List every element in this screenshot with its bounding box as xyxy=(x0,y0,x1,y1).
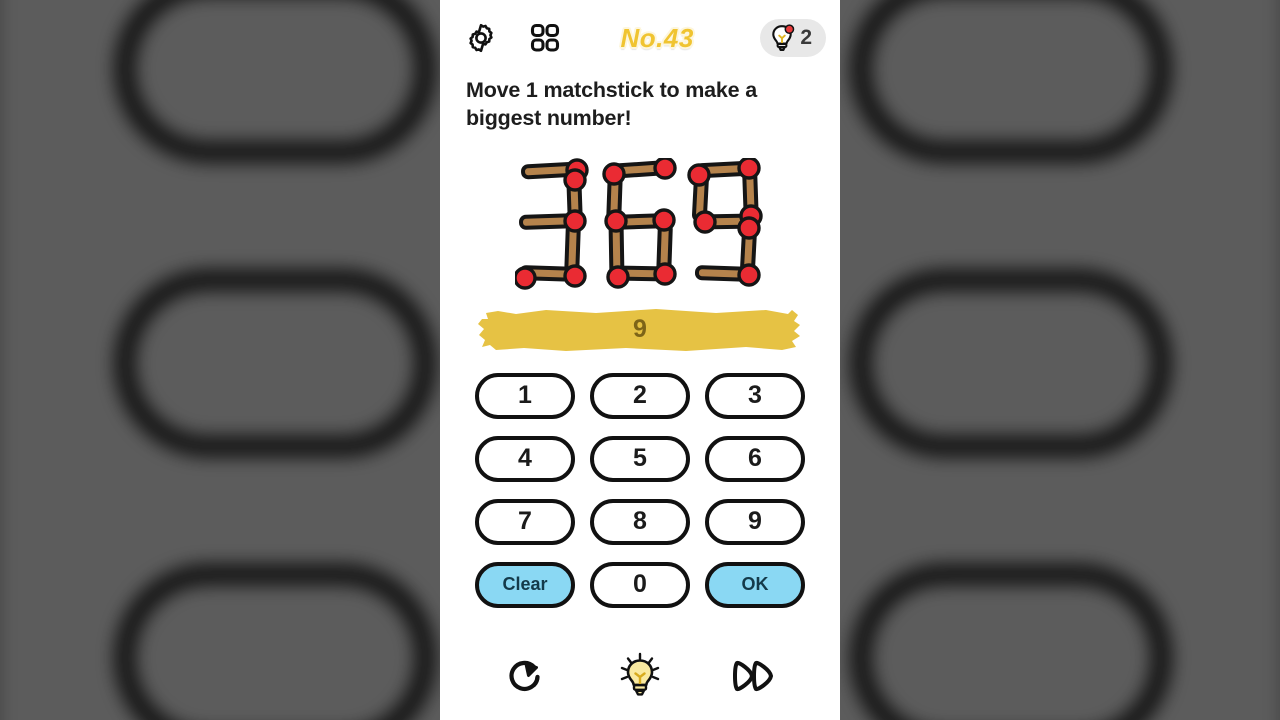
key-2[interactable]: 2 xyxy=(590,372,690,419)
keypad-row: 1 2 3 xyxy=(475,372,805,419)
ok-button[interactable]: OK xyxy=(705,561,805,608)
settings-button[interactable] xyxy=(462,19,500,57)
key-1[interactable]: 1 xyxy=(475,372,575,419)
skip-icon xyxy=(733,660,773,691)
hint-bulb-icon xyxy=(620,652,660,696)
skip-button[interactable] xyxy=(728,650,780,702)
hint-button[interactable] xyxy=(614,650,666,702)
answer-bar: 9 xyxy=(476,305,804,355)
keypad-row: 7 8 9 xyxy=(475,498,805,545)
key-9[interactable]: 9 xyxy=(705,498,805,545)
footer-bar xyxy=(440,650,840,702)
gear-icon xyxy=(469,23,493,53)
matchstick-digits xyxy=(515,157,765,290)
clear-button[interactable]: Clear xyxy=(475,561,575,608)
matchstick-digit-3[interactable] xyxy=(515,158,593,290)
matchstick-digit-6[interactable] xyxy=(601,157,679,290)
restart-icon xyxy=(509,660,540,691)
key-8[interactable]: 8 xyxy=(590,498,690,545)
keypad-row: 4 5 6 xyxy=(475,435,805,482)
restart-button[interactable] xyxy=(500,650,552,702)
key-7[interactable]: 7 xyxy=(475,498,575,545)
matchstick-digit-9[interactable] xyxy=(687,157,765,290)
phone-panel: No.43 2 Move 1 matchstick to make a bigg… xyxy=(440,0,840,720)
keypad-row: Clear 0 OK xyxy=(475,561,805,608)
hint-badge[interactable]: 2 xyxy=(760,19,826,57)
puzzle-prompt: Move 1 matchstick to make a biggest numb… xyxy=(466,78,757,131)
lightbulb-icon xyxy=(772,24,795,51)
header-bar: No.43 2 xyxy=(440,0,840,76)
hint-count: 2 xyxy=(800,26,812,49)
key-4[interactable]: 4 xyxy=(475,435,575,482)
level-title: No.43 xyxy=(620,22,694,53)
answer-value: 9 xyxy=(633,315,647,344)
key-5[interactable]: 5 xyxy=(590,435,690,482)
key-6[interactable]: 6 xyxy=(705,435,805,482)
app-screen: No.43 2 Move 1 matchstick to make a bigg… xyxy=(0,0,1280,720)
key-0[interactable]: 0 xyxy=(590,561,690,608)
number-keypad: 1 2 3 4 5 6 7 8 9 Clear 0 OK xyxy=(475,372,805,608)
key-3[interactable]: 3 xyxy=(705,372,805,419)
matchstick-puzzle[interactable] xyxy=(440,149,840,299)
